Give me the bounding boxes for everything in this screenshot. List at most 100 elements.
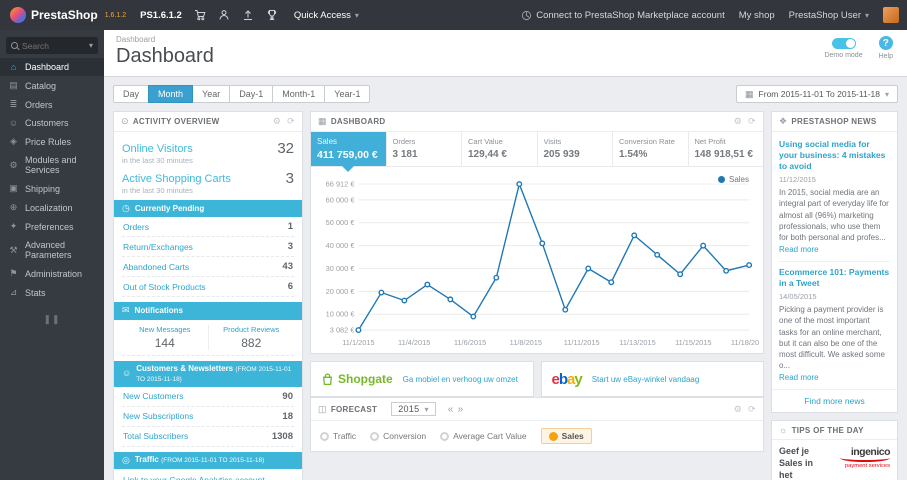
sidebar-item-label: Modules and Services bbox=[25, 155, 77, 175]
panel-refresh-icon[interactable]: ⟳ bbox=[287, 116, 295, 127]
online-visitors-link[interactable]: Online Visitors bbox=[122, 143, 193, 155]
forecast-legend-traffic[interactable]: Traffic bbox=[320, 431, 356, 441]
ebay-banner[interactable]: ebay Start uw eBay-winkel vandaag bbox=[540, 361, 764, 397]
active-carts-link[interactable]: Active Shopping Carts bbox=[122, 173, 231, 185]
sidebar-item-localization[interactable]: ⊕ Localization bbox=[0, 198, 104, 217]
shopping-bag-icon bbox=[322, 372, 333, 385]
tips-of-the-day-panel: ☼ TIPS OF THE DAY Geef je Sales in het b… bbox=[771, 420, 898, 480]
shopgate-banner[interactable]: Shopgate Ga mobiel en verhoog uw omzet bbox=[310, 361, 534, 397]
filter-day-1-button[interactable]: Day-1 bbox=[229, 85, 274, 103]
sidebar-collapse-button[interactable]: ❚❚ bbox=[0, 314, 104, 325]
kpi-sales[interactable]: Sales 411 759,00 € bbox=[311, 132, 387, 172]
panel-settings-icon[interactable]: ⚙ bbox=[273, 116, 281, 127]
radio-icon bbox=[370, 431, 380, 441]
advanced-parameters-icon: ⚒ bbox=[9, 244, 18, 255]
online-visitors-value: 32 bbox=[277, 140, 294, 157]
legend-dot-icon bbox=[717, 176, 725, 183]
sidebar-item-preferences[interactable]: ✦ Preferences bbox=[0, 217, 104, 236]
news-article-title[interactable]: Using social media for your business: 4 … bbox=[779, 139, 890, 172]
kpi-orders[interactable]: Orders 3 181 bbox=[387, 132, 462, 166]
caret-down-icon: ▾ bbox=[88, 41, 93, 50]
forecast-legend-conversion[interactable]: Conversion bbox=[370, 431, 426, 441]
sidebar-item-customers[interactable]: ☺ Customers bbox=[0, 114, 104, 132]
prestashop-logo-icon bbox=[10, 7, 26, 23]
svg-text:11/1/2015: 11/1/2015 bbox=[342, 338, 374, 347]
sales-line-chart: 66 912 € 60 000 € 50 000 € 40 000 € 30 000 €… bbox=[326, 180, 759, 347]
filter-year-button[interactable]: Year bbox=[192, 85, 231, 103]
radio-icon bbox=[320, 431, 329, 441]
forecast-next-button[interactable]: » bbox=[458, 404, 464, 415]
find-more-news-link[interactable]: Find more news bbox=[772, 389, 897, 412]
sidebar-item-modules[interactable]: ⚙ Modules and Services bbox=[0, 151, 104, 179]
chart-legend[interactable]: Sales bbox=[717, 175, 749, 184]
forecast-year-select[interactable]: 2015 ▾ bbox=[391, 402, 436, 416]
panel-settings-icon[interactable]: ⚙ bbox=[734, 404, 742, 415]
forecast-prev-button[interactable]: « bbox=[448, 404, 454, 415]
pending-row-orders[interactable]: Orders 1 bbox=[122, 217, 294, 238]
panel-title: FORECAST bbox=[330, 404, 378, 414]
pending-row-returns[interactable]: Return/Exchanges 3 bbox=[122, 237, 294, 258]
kpi-net-profit[interactable]: Net Profit 148 918,51 € bbox=[689, 132, 764, 166]
prestashop-logo[interactable]: PrestaShop 1.6.1.2 bbox=[0, 7, 136, 23]
activity-overview-panel: ⊙ ACTIVITY OVERVIEW ⚙ ⟳ Online Visitors … bbox=[113, 111, 303, 480]
sidebar-item-stats[interactable]: ⊿ Stats bbox=[0, 283, 104, 302]
news-article-title[interactable]: Ecommerce 101: Payments in a Tweet bbox=[779, 267, 890, 289]
user-avatar[interactable] bbox=[883, 7, 899, 23]
filter-year-1-button[interactable]: Year-1 bbox=[324, 85, 371, 103]
caret-down-icon: ▾ bbox=[884, 89, 889, 99]
read-more-link[interactable]: Read more bbox=[779, 373, 819, 382]
sidebar-item-orders[interactable]: ≣ Orders bbox=[0, 95, 104, 114]
quick-access-menu[interactable]: Quick Access ▾ bbox=[294, 10, 359, 21]
sidebar-item-label: Price Rules bbox=[25, 136, 72, 147]
svg-text:11/18/2015: 11/18/2015 bbox=[731, 338, 759, 347]
sidebar-item-administration[interactable]: ⚑ Administration bbox=[0, 264, 104, 283]
user-menu[interactable]: PrestaShop User ▾ bbox=[789, 10, 869, 21]
kpi-conversion-rate[interactable]: Conversion Rate 1.54% bbox=[613, 132, 689, 166]
new-messages-cell[interactable]: New Messages 144 bbox=[122, 325, 208, 350]
google-analytics-link[interactable]: Link to your Google Analytics account bbox=[122, 469, 294, 480]
filter-month-button[interactable]: Month bbox=[148, 85, 194, 103]
kpi-cart-value[interactable]: Cart Value 129,44 € bbox=[462, 132, 538, 166]
kpi-visits[interactable]: Visits 205 939 bbox=[538, 132, 613, 166]
sidebar-item-price-rules[interactable]: ◈ Price Rules bbox=[0, 132, 104, 151]
marketplace-connect-link[interactable]: Connect to PrestaShop Marketplace accoun… bbox=[521, 10, 725, 21]
read-more-link[interactable]: Read more bbox=[779, 245, 819, 254]
panel-settings-icon[interactable]: ⚙ bbox=[734, 116, 742, 127]
search-input[interactable] bbox=[22, 40, 85, 51]
panel-refresh-icon[interactable]: ⟳ bbox=[748, 404, 756, 415]
customers-row-new-subscriptions[interactable]: New Subscriptions 18 bbox=[122, 407, 294, 427]
shopgate-link[interactable]: Ga mobiel en verhoog uw omzet bbox=[403, 375, 518, 384]
caret-down-icon: ▾ bbox=[424, 404, 429, 414]
pending-row-abandoned-carts[interactable]: Abandoned Carts 43 bbox=[122, 257, 294, 278]
cart-icon[interactable] bbox=[194, 9, 206, 21]
sidebar-search[interactable]: ▾ bbox=[6, 37, 98, 54]
help-label: Help bbox=[878, 53, 893, 60]
product-reviews-cell[interactable]: Product Reviews 882 bbox=[207, 324, 295, 350]
news-article: Ecommerce 101: Payments in a Tweet 14/05… bbox=[779, 262, 890, 389]
customers-row-new-customers[interactable]: New Customers 90 bbox=[122, 387, 294, 407]
forecast-legend-sales[interactable]: Sales bbox=[540, 428, 592, 444]
filter-day-button[interactable]: Day bbox=[113, 85, 150, 103]
panel-refresh-icon[interactable]: ⟳ bbox=[748, 116, 756, 127]
date-range-picker[interactable]: ▦ From 2015-11-01 To 2015-11-18 ▾ bbox=[736, 85, 898, 103]
topbar: PrestaShop 1.6.1.2 PS1.6.1.2 Quick Acces… bbox=[0, 0, 907, 30]
sidebar-item-catalog[interactable]: ▤ Catalog bbox=[0, 76, 104, 95]
forecast-legend-average-cart-value[interactable]: Average Cart Value bbox=[440, 431, 527, 441]
help-icon[interactable]: ? bbox=[878, 36, 893, 50]
filter-month-1-button[interactable]: Month-1 bbox=[272, 85, 326, 103]
breadcrumb[interactable]: Dashboard bbox=[116, 35, 895, 44]
trophy-icon[interactable] bbox=[266, 9, 278, 21]
pending-row-out-of-stock[interactable]: Out of Stock Products 6 bbox=[122, 277, 294, 298]
upload-icon[interactable] bbox=[242, 9, 254, 21]
ebay-link[interactable]: Start uw eBay-winkel vandaag bbox=[592, 375, 700, 384]
active-carts-value: 3 bbox=[285, 170, 294, 187]
sidebar-item-advanced-parameters[interactable]: ⚒ Advanced Parameters bbox=[0, 236, 104, 264]
customer-icon[interactable] bbox=[218, 9, 230, 21]
help-control[interactable]: ? Help bbox=[879, 36, 893, 60]
sidebar-item-dashboard[interactable]: ⌂ Dashboard bbox=[0, 58, 104, 76]
my-shop-link[interactable]: My shop bbox=[739, 10, 775, 21]
sidebar-item-shipping[interactable]: ▣ Shipping bbox=[0, 179, 104, 198]
customers-row-total-subscribers[interactable]: Total Subscribers 1308 bbox=[122, 427, 294, 447]
demo-mode-toggle[interactable] bbox=[831, 38, 856, 49]
ingenico-swoosh-icon bbox=[840, 458, 890, 463]
